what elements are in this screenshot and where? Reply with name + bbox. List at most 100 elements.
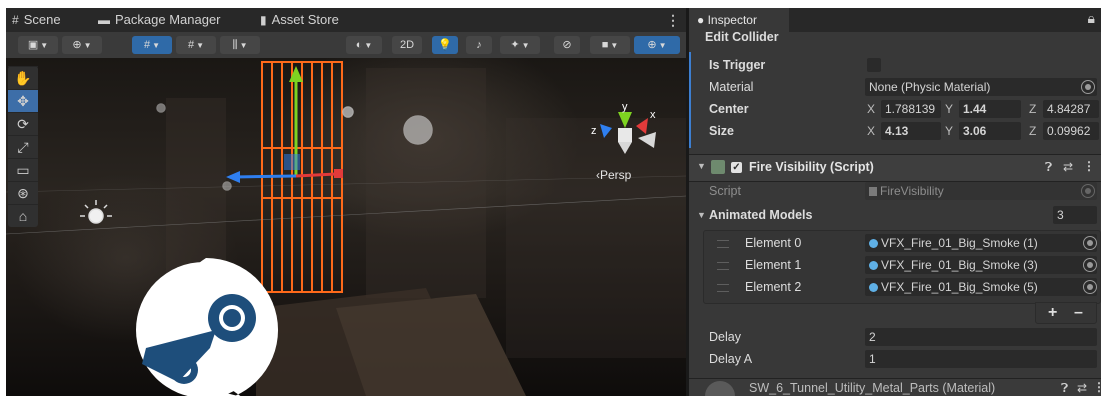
light-gizmos	[80, 103, 433, 224]
inspector-panel: ● Inspector 🔒︎ Edit Collider Is Trigger …	[689, 8, 1101, 396]
custom-tool-icon[interactable]: ⌂	[8, 204, 38, 227]
grid-snap-dropdown[interactable]: # ▼	[132, 36, 172, 54]
scene-viewport[interactable]: y x z ✋ ✥ ⟳ ⤢ ▭ ⊛ ⌂ ‹Persp	[6, 58, 686, 396]
material-label: Material	[709, 80, 754, 94]
drag-handle-icon[interactable]	[717, 284, 729, 292]
material-help-icon[interactable]: ❓︎	[1061, 381, 1068, 396]
scene-toolbar: ▣ ▼ ⊕ ▼ # ▼ # ▼ ⫼ ▼ ◐ ▼ 2D 💡 ♪ ✦ ▼ ⊘ ■ ▼ ⊕ ▼	[6, 32, 686, 58]
center-row: Center X 1.788139 Y 1.44 Z 4.84287	[689, 98, 1101, 120]
material-field[interactable]: None (Physic Material)	[865, 78, 1097, 96]
list-item: Element 2 VFX_Fire_01_Big_Smoke (5)	[689, 276, 1101, 298]
svg-text:y: y	[622, 101, 628, 113]
center-z-axis-label: Z	[1029, 102, 1037, 116]
shading-mode-dropdown[interactable]: ◐ ▼	[346, 36, 382, 54]
material-preset-icon[interactable]: ⇄	[1077, 381, 1087, 395]
toggle-2d-button[interactable]: 2D	[392, 36, 422, 54]
svg-text:x: x	[650, 109, 656, 121]
ruler-dropdown[interactable]: ⫼ ▼	[220, 36, 260, 54]
element-object-field[interactable]: VFX_Fire_01_Big_Smoke (3)	[865, 256, 1097, 274]
remove-element-button[interactable]: –	[1074, 303, 1083, 323]
size-y-axis-label: Y	[945, 124, 954, 138]
script-row: Script FireVisibility	[689, 180, 1101, 202]
material-row: Material None (Physic Material)	[689, 76, 1101, 98]
lighting-toggle[interactable]: 💡	[432, 36, 458, 54]
is-trigger-row: Is Trigger	[689, 54, 1101, 76]
audio-toggle[interactable]: ♪	[466, 36, 492, 54]
tab-asset-store[interactable]: ▮ Asset Store	[260, 8, 339, 32]
element-label: Element 1	[745, 258, 802, 272]
effects-dropdown[interactable]: ✦ ▼	[500, 36, 540, 54]
material-component-header[interactable]: SW_6_Tunnel_Utility_Metal_Parts (Materia…	[689, 378, 1101, 396]
size-z-field[interactable]: 0.09962	[1043, 122, 1099, 140]
drag-handle-icon[interactable]	[717, 240, 729, 248]
object-picker-icon[interactable]	[1081, 80, 1095, 94]
element-object-field[interactable]: VFX_Fire_01_Big_Smoke (5)	[865, 278, 1097, 296]
draw-mode-dropdown[interactable]: ▣ ▼	[18, 36, 58, 54]
help-icon[interactable]: ❓︎	[1045, 160, 1052, 175]
preset-icon[interactable]: ⇄	[1063, 160, 1073, 174]
is-trigger-label: Is Trigger	[709, 58, 766, 72]
scene-tab-bar: # Scene ▬ Package Manager ▮ Asset Store ⋮	[6, 8, 686, 32]
delay-a-label: Delay A	[709, 352, 753, 366]
more-options-icon[interactable]: ⋮	[666, 8, 680, 32]
add-element-button[interactable]: +	[1048, 303, 1057, 323]
tab-package-manager[interactable]: ▬ Package Manager	[98, 8, 221, 32]
orientation-gizmo: y x z	[591, 101, 656, 154]
animated-models-label[interactable]: Animated Models	[709, 204, 813, 226]
fire-visibility-component-header[interactable]: ▼ ✓ Fire Visibility (Script) ❓︎ ⇄ ⋮	[689, 154, 1101, 182]
element-object-field[interactable]: VFX_Fire_01_Big_Smoke (1)	[865, 234, 1097, 252]
orientation-dropdown[interactable]: ⊕ ▼	[62, 36, 102, 54]
script-label: Script	[709, 184, 741, 198]
hidden-objects-toggle[interactable]: ⊘	[554, 36, 580, 54]
lock-icon[interactable]: 🔒︎	[1088, 10, 1095, 27]
steam-logo-overlay	[136, 258, 278, 396]
wooden-planks	[256, 288, 526, 396]
material-menu-icon[interactable]: ⋮	[1093, 380, 1101, 394]
snap-increment-dropdown[interactable]: # ▼	[176, 36, 216, 54]
center-y-field[interactable]: 1.44	[959, 100, 1021, 118]
material-preview-icon	[705, 381, 735, 396]
edit-collider-label[interactable]: Edit Collider	[705, 26, 779, 48]
delay-a-row: Delay A 1	[689, 348, 1101, 370]
info-icon: ●	[697, 13, 705, 27]
center-x-field[interactable]: 1.788139	[881, 100, 941, 118]
center-y-axis-label: Y	[945, 102, 954, 116]
persp-label[interactable]: ‹Persp	[596, 168, 631, 182]
size-x-axis-label: X	[867, 124, 876, 138]
hand-tool-icon[interactable]: ✋	[8, 66, 38, 89]
tab-scene[interactable]: # Scene	[12, 8, 61, 32]
foldout-arrow-icon[interactable]: ▼	[697, 161, 706, 171]
object-picker-icon[interactable]	[1083, 280, 1097, 294]
size-z-axis-label: Z	[1029, 124, 1037, 138]
object-picker-icon[interactable]	[1083, 236, 1097, 250]
list-item: Element 1 VFX_Fire_01_Big_Smoke (3)	[689, 254, 1101, 276]
gizmos-dropdown[interactable]: ⊕ ▼	[634, 36, 680, 54]
center-z-field[interactable]: 4.84287	[1043, 100, 1099, 118]
size-y-field[interactable]: 3.06	[959, 122, 1021, 140]
camera-dropdown[interactable]: ■ ▼	[590, 36, 630, 54]
script-file-icon	[869, 187, 877, 196]
delay-field[interactable]: 2	[865, 328, 1097, 346]
rotate-tool-icon[interactable]: ⟳	[8, 112, 38, 135]
script-field: FireVisibility	[865, 182, 1097, 200]
scale-tool-icon[interactable]: ⤢	[8, 135, 38, 158]
is-trigger-checkbox[interactable]	[867, 58, 881, 72]
component-enabled-checkbox[interactable]: ✓	[731, 162, 742, 173]
center-x-axis-label: X	[867, 102, 876, 116]
store-bag-icon: ▮	[260, 13, 267, 27]
drag-handle-icon[interactable]	[717, 262, 729, 270]
component-menu-icon[interactable]: ⋮	[1083, 159, 1095, 173]
size-label: Size	[709, 124, 735, 138]
rect-tool-icon[interactable]: ▭	[8, 158, 38, 181]
list-add-remove: + –	[1035, 302, 1097, 324]
delay-a-field[interactable]: 1	[865, 350, 1097, 368]
animated-models-foldout-icon[interactable]: ▼	[697, 204, 706, 226]
object-picker-icon[interactable]	[1083, 258, 1097, 272]
array-size-field[interactable]: 3	[1053, 206, 1097, 224]
move-tool-icon[interactable]: ✥	[8, 89, 38, 112]
prefab-icon	[869, 261, 878, 270]
svg-text:z: z	[591, 125, 597, 137]
transform-tool-icon[interactable]: ⊛	[8, 181, 38, 204]
grid-icon: #	[12, 13, 19, 27]
size-x-field[interactable]: 4.13	[881, 122, 941, 140]
